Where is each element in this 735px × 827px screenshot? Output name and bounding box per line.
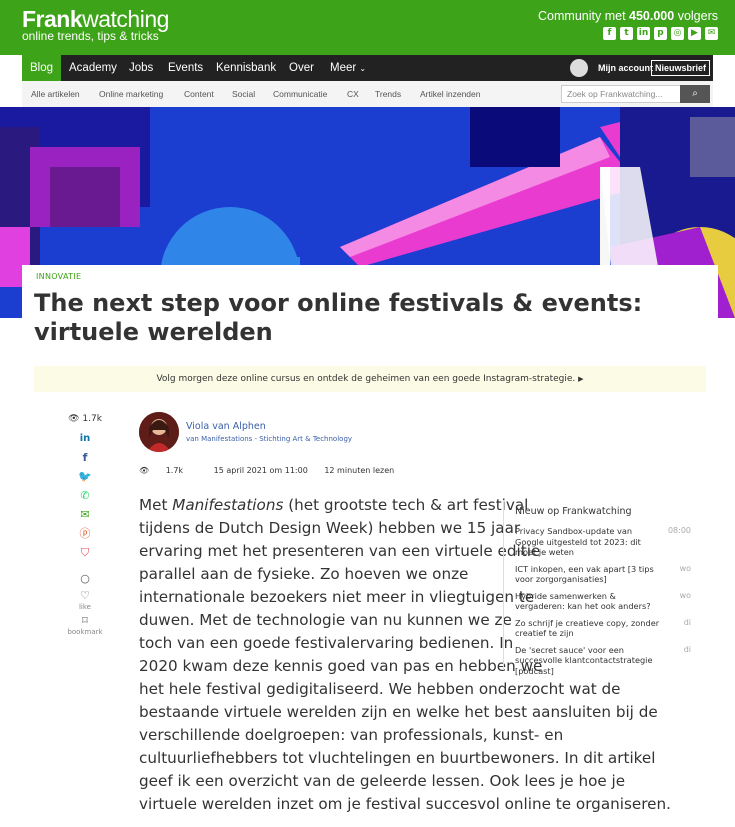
body-line: het hele festival gedigitaliseerd. We he…	[139, 680, 621, 698]
whatsapp-icon[interactable]: ✆	[78, 489, 92, 503]
author-organisation[interactable]: van Manifestations - Stichting Art & Tec…	[186, 435, 352, 443]
manifestations-emphasis: Manifestations	[172, 496, 284, 514]
sidebar-news-item[interactable]: ICT inkopen, een vak apart [3 tips voor …	[515, 564, 691, 585]
email-icon[interactable]: ✉	[705, 27, 718, 40]
sidebar-heading: Nieuw op Frankwatching	[515, 506, 632, 517]
sidebar-news-item[interactable]: Zo schrijf je creatieve copy, zonder cre…	[515, 618, 691, 639]
facebook-icon[interactable]: f	[603, 27, 616, 40]
logo-tagline: online trends, tips & tricks	[22, 29, 159, 43]
subnav-item[interactable]: CX	[347, 81, 359, 107]
linkedin-icon[interactable]: in	[637, 27, 650, 40]
nav-item-meer[interactable]: Meer ⌄	[330, 55, 366, 81]
article-title: The next step voor online festivals & ev…	[34, 289, 643, 346]
triangle-right-icon: ▶	[578, 375, 584, 383]
nav-item-over[interactable]: Over	[289, 55, 314, 81]
newsletter-button[interactable]: Nieuwsbrief	[650, 60, 710, 76]
publish-date: 15 april 2021 om 11:00	[213, 466, 308, 475]
sidebar-news-item[interactable]: Privacy Sandbox-update van Google uitges…	[515, 526, 691, 558]
subnav-item[interactable]: Communicatie	[273, 81, 327, 107]
body-line: virtuele werelden inzet om je festival s…	[139, 795, 671, 813]
nav-item-blog[interactable]: Blog	[22, 55, 62, 81]
body-line: cultuurliefhebbers tot vluchtelingen en …	[139, 749, 656, 767]
pinterest-icon[interactable]: p	[654, 27, 667, 40]
main-nav: Blog Academy Jobs Events Kennisbank Over…	[22, 55, 713, 81]
body-line: geef ik een overzicht van de geleerde le…	[139, 772, 626, 790]
account-avatar[interactable]	[570, 59, 588, 77]
pinterest-icon[interactable]: ⓟ	[78, 527, 92, 541]
bookmark-icon[interactable]: ⌑	[78, 614, 92, 628]
instagram-icon[interactable]: ◎	[671, 27, 684, 40]
news-sidebar: Nieuw op Frankwatching Privacy Sandbox-u…	[503, 500, 691, 676]
sub-nav: Alle artikelen Online marketing Content …	[22, 81, 713, 107]
facebook-icon[interactable]: f	[78, 451, 92, 465]
comment-icon[interactable]: ○	[78, 572, 92, 586]
search-icon[interactable]: ⌕	[680, 85, 710, 103]
nav-item-events[interactable]: Events	[168, 55, 203, 81]
avatar[interactable]	[139, 412, 179, 452]
article-meta: 👁 1.7k 15 april 2021 om 11:00 12 minuten…	[139, 466, 395, 475]
sidebar-news-item[interactable]: Hybride samenwerken & vergaderen: kan he…	[515, 591, 691, 612]
eye-icon: 👁	[68, 414, 80, 424]
article-category[interactable]: INNOVATIE	[36, 272, 81, 281]
account-link[interactable]: Mijn account	[598, 59, 653, 77]
subnav-item[interactable]: Artikel inzenden	[420, 81, 480, 107]
youtube-icon[interactable]: ▶	[688, 27, 701, 40]
social-links: f t in p ◎ ▶ ✉	[603, 27, 718, 40]
nav-item-jobs[interactable]: Jobs	[129, 55, 153, 81]
twitter-icon[interactable]: 🐦	[78, 470, 92, 484]
sidebar-news-item[interactable]: De 'secret sauce' voor een succesvolle k…	[515, 645, 691, 677]
share-column: 👁 1.7k in f 🐦 ✆ ✉ ⓟ ⛉ ○ ♡ like ⌑ bookmar…	[62, 414, 108, 637]
bookmark-label[interactable]: bookmark	[62, 628, 108, 637]
subnav-item[interactable]: Trends	[375, 81, 401, 107]
subnav-item[interactable]: Content	[184, 81, 214, 107]
linkedin-icon[interactable]: in	[78, 432, 92, 446]
subnav-item[interactable]: Online marketing	[99, 81, 163, 107]
site-header: Frankwatching online trends, tips & tric…	[0, 0, 735, 55]
subnav-item[interactable]: Alle artikelen	[31, 81, 80, 107]
read-time: 12 minuten lezen	[324, 466, 395, 475]
like-label[interactable]: like	[62, 603, 108, 612]
community-count: Community met 450.000 volgers	[538, 9, 718, 23]
site-logo[interactable]: Frankwatching online trends, tips & tric…	[22, 6, 169, 42]
heart-icon[interactable]: ♡	[78, 589, 92, 603]
twitter-icon[interactable]: t	[620, 27, 633, 40]
search-input[interactable]: Zoek op Frankwatching... ⌕	[561, 85, 710, 103]
view-count: 👁 1.7k	[68, 414, 102, 424]
chevron-down-icon: ⌄	[359, 64, 367, 73]
nav-item-kennisbank[interactable]: Kennisbank	[216, 55, 276, 81]
nav-item-academy[interactable]: Academy	[69, 55, 117, 81]
author-name[interactable]: Viola van Alphen	[186, 421, 266, 432]
body-line: verschillende doelgroepen: van professio…	[139, 726, 564, 744]
promo-banner[interactable]: Volg morgen deze online cursus en ontdek…	[34, 366, 706, 392]
pocket-icon[interactable]: ⛉	[78, 546, 92, 560]
email-icon[interactable]: ✉	[78, 508, 92, 522]
subnav-item[interactable]: Social	[232, 81, 255, 107]
eye-icon: 👁	[139, 466, 150, 475]
body-line: bestaande virtuele werelden zijn en welk…	[139, 703, 658, 721]
